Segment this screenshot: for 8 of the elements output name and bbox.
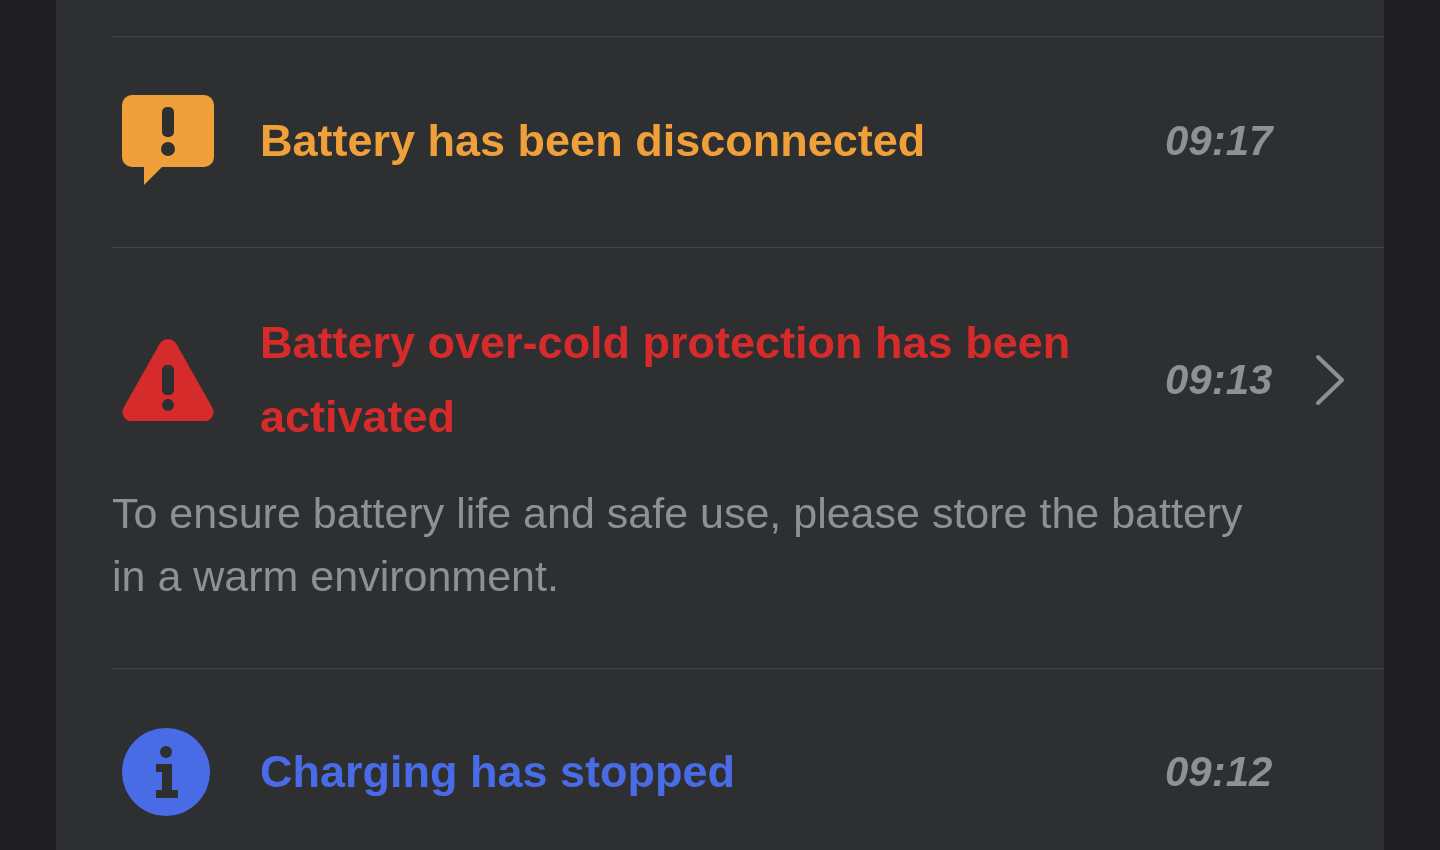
notification-time: 09:12 [1165,748,1274,796]
chevron-right-icon[interactable] [1315,354,1345,406]
notification-description: To ensure battery life and safe use, please store the battery in a warm environment. [112,488,1244,602]
notification-title: Charging has stopped [260,745,737,799]
notification-title: Battery has been disconnected [260,114,927,168]
notification-title: Battery over-cold protection has been activated [260,316,1072,444]
notification-time: 09:17 [1165,117,1275,165]
notification-time: 09:13 [1165,356,1274,404]
